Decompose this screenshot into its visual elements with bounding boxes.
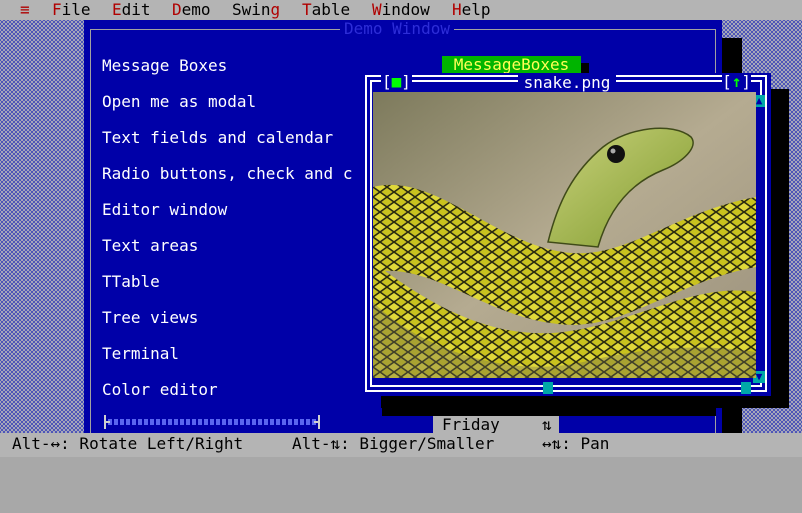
resize-corner-right[interactable] <box>741 382 751 394</box>
status-hint-rotate: Alt-↔: Rotate Left/Right <box>12 434 244 453</box>
menu-table[interactable]: Table <box>302 0 350 20</box>
status-hint-resize: Alt-⇅: Bigger/Smaller <box>292 434 495 453</box>
menu-help-hotkey: H <box>452 0 462 19</box>
menu-edit-hotkey: E <box>112 0 122 19</box>
demo-window-title: Demo Window <box>340 20 454 38</box>
day-field-arrows-icon[interactable]: ⇅ <box>542 416 552 433</box>
status-bar: Alt-↔: Rotate Left/Right Alt-⇅: Bigger/S… <box>0 433 802 457</box>
scrollbar-track <box>108 419 316 425</box>
menu-demo-label: emo <box>181 0 211 19</box>
menu-swing-hotkey: g <box>270 0 281 19</box>
snake-eye <box>607 145 625 163</box>
scrollbar-right-cap <box>314 415 320 429</box>
demo-item-terminal[interactable]: Terminal <box>102 344 382 364</box>
menu-window-hotkey: W <box>372 0 382 19</box>
menu-table-label: able <box>311 0 351 19</box>
demo-item-open-modal[interactable]: Open me as modal <box>102 92 382 112</box>
menu-swing[interactable]: Swing <box>232 0 280 20</box>
menu-window-label: indow <box>381 0 430 19</box>
scrollbar-left-cap <box>104 415 110 429</box>
close-button[interactable]: [■] <box>381 73 412 91</box>
close-icon: ■ <box>391 72 402 91</box>
message-boxes-button[interactable]: MessageBoxes <box>442 56 581 74</box>
menu-file-label: ile <box>61 0 91 19</box>
menu-window[interactable]: Window <box>372 0 430 20</box>
image-window-title: snake.png <box>517 74 617 92</box>
demo-item-editor-window[interactable]: Editor window <box>102 200 382 220</box>
demo-item-ttable[interactable]: TTable <box>102 272 382 292</box>
menu-file-hotkey: F <box>52 0 62 19</box>
snake-image <box>373 92 756 378</box>
resize-corner-left[interactable] <box>543 382 553 394</box>
snake-eye-highlight <box>610 148 616 154</box>
menu-edit[interactable]: Edit <box>112 0 151 20</box>
demo-item-tree-views[interactable]: Tree views <box>102 308 382 328</box>
demo-item-color-editor[interactable]: Color editor <box>102 380 382 400</box>
demo-horizontal-scrollbar[interactable] <box>104 414 320 429</box>
demo-item-radio-buttons[interactable]: Radio buttons, check and c <box>102 164 382 184</box>
menu-table-hotkey: T <box>302 0 312 19</box>
menu-help[interactable]: Help <box>452 0 491 20</box>
demo-item-text-areas[interactable]: Text areas <box>102 236 382 256</box>
day-field-text: Friday <box>442 415 500 434</box>
menu-demo[interactable]: Demo <box>172 0 211 20</box>
zoom-icon: ↑ <box>731 72 742 91</box>
menu-edit-label: dit <box>121 0 151 19</box>
demo-item-text-fields[interactable]: Text fields and calendar <box>102 128 382 148</box>
menu-demo-hotkey: D <box>172 0 182 19</box>
zoom-button[interactable]: [↑] <box>722 73 751 91</box>
status-hint-pan: ↔⇅: Pan <box>542 434 610 453</box>
image-window-shadow-right <box>771 89 789 408</box>
day-field[interactable]: Friday ⇅ <box>433 416 559 433</box>
demo-item-message-boxes[interactable]: Message Boxes <box>102 56 382 76</box>
image-window-shadow-bottom <box>381 396 789 408</box>
menu-help-label: elp <box>461 0 491 19</box>
menu-file[interactable]: File <box>52 0 91 20</box>
menu-swing-label: Swin <box>232 0 271 19</box>
menu-bar: ≡ File Edit Demo Swing Table Window Help <box>0 0 802 20</box>
system-menu-icon[interactable]: ≡ <box>20 0 30 20</box>
snake-image-svg <box>373 92 756 378</box>
image-window-titlebar[interactable]: snake.png <box>363 73 771 92</box>
